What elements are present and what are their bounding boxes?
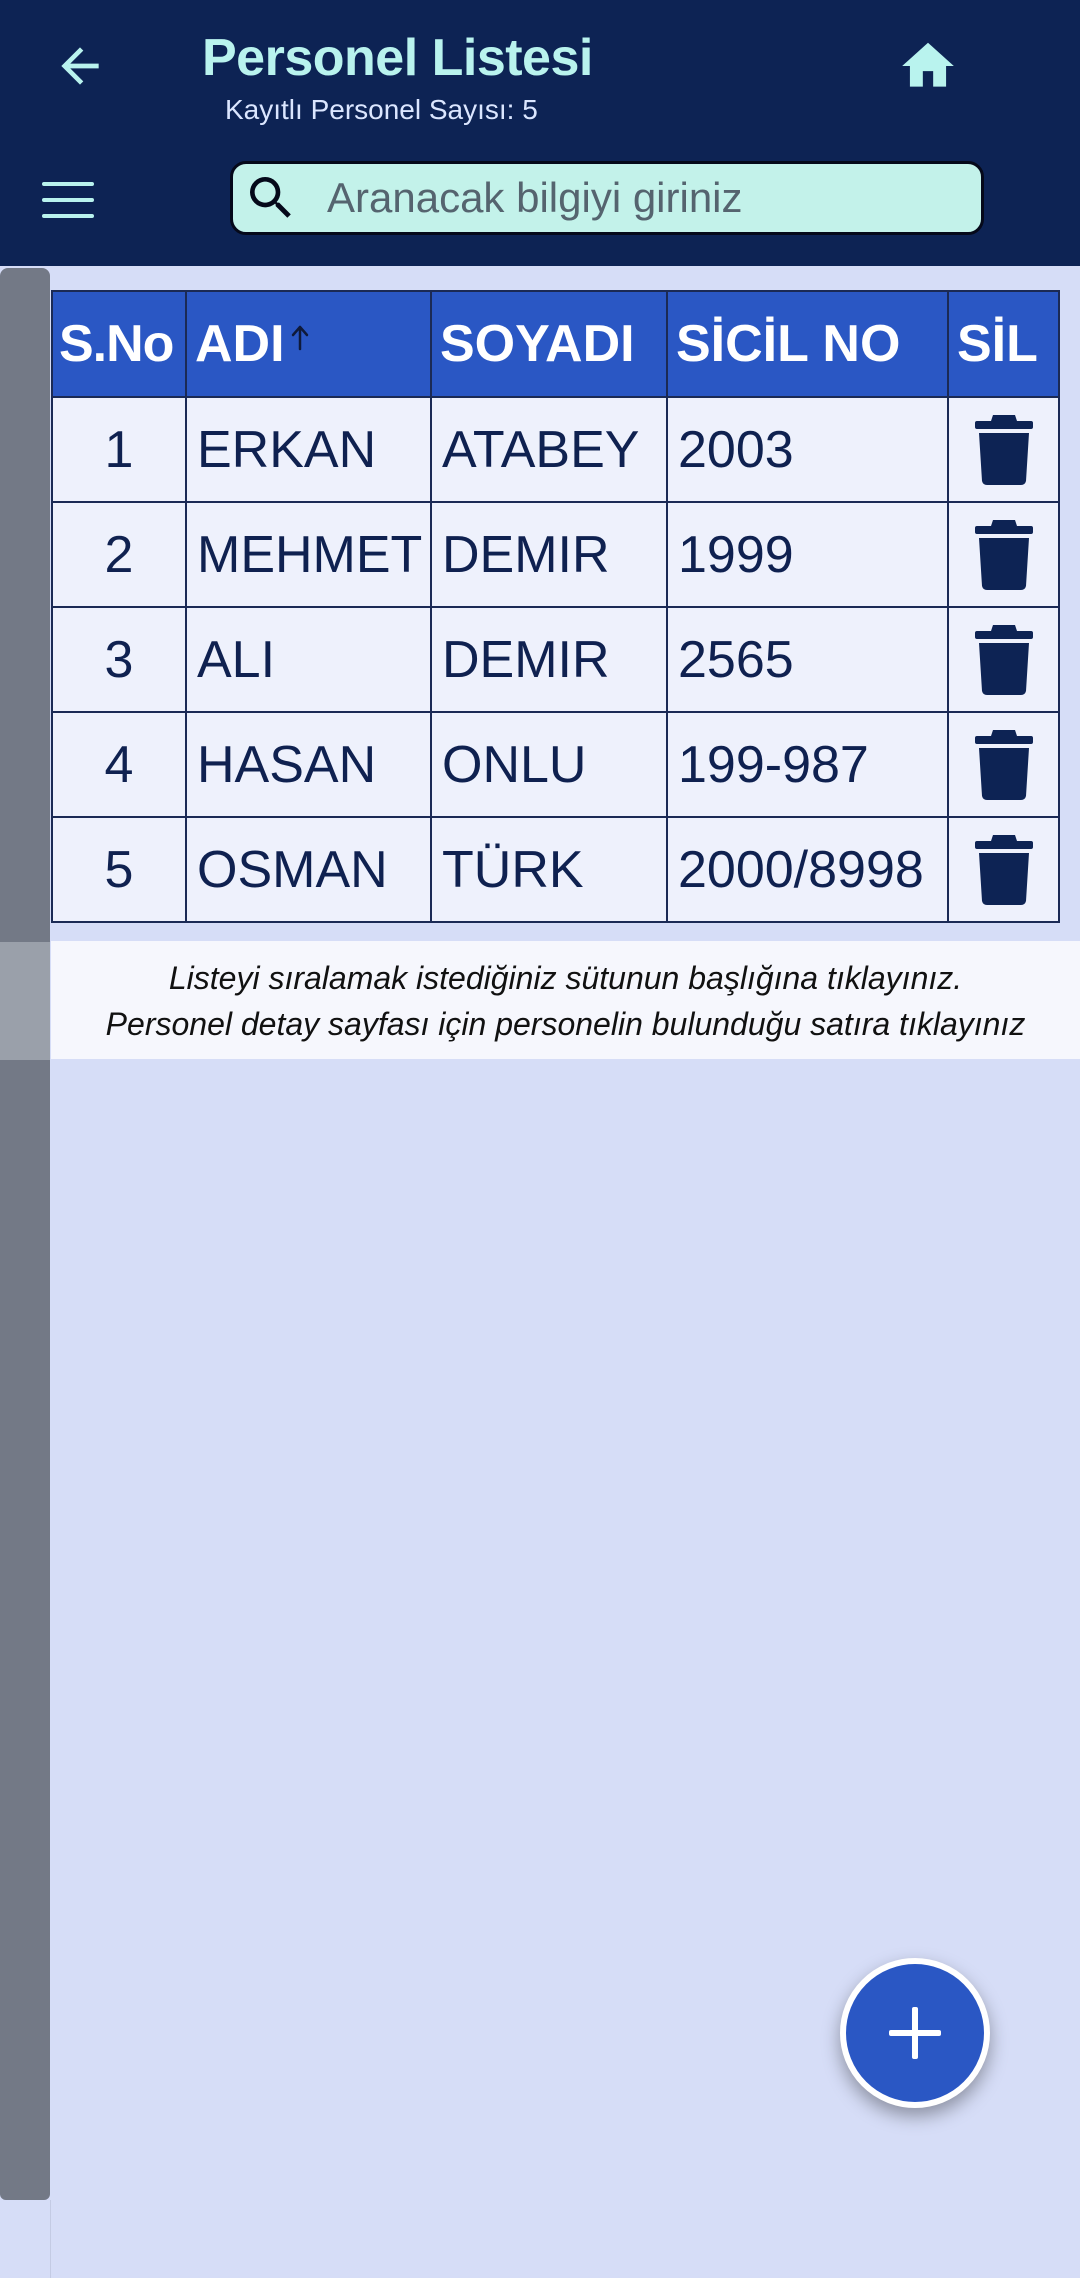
cell-sil xyxy=(947,711,1060,818)
personnel-table: S.No ADI SOYADI SİCİL NO SİL 1 ERKAN ATA… xyxy=(51,290,1060,923)
search-icon xyxy=(241,168,301,228)
cell-adi: HASAN xyxy=(185,711,432,818)
column-header-label: SOYADI xyxy=(440,315,635,373)
delete-button[interactable] xyxy=(969,725,1039,805)
instructions-box: Listeyi sıralamak istediğiniz sütunun ba… xyxy=(51,941,1080,1059)
column-header-sno[interactable]: S.No xyxy=(51,290,187,398)
delete-button[interactable] xyxy=(969,620,1039,700)
table-header-row: S.No ADI SOYADI SİCİL NO SİL xyxy=(51,290,1060,398)
table-row[interactable]: 1 ERKAN ATABEY 2003 xyxy=(51,396,1060,503)
scrollbar-thumb[interactable] xyxy=(0,942,50,1060)
hamburger-menu-icon xyxy=(42,182,94,218)
instruction-sort: Listeyi sıralamak istediğiniz sütunun ba… xyxy=(168,960,963,996)
scrollbar-gutter xyxy=(0,2200,51,2278)
trash-icon xyxy=(974,624,1033,695)
column-header-label: ADI xyxy=(195,315,285,373)
scrollbar-track[interactable] xyxy=(0,268,50,2200)
cell-sil xyxy=(947,606,1060,713)
cell-sno: 2 xyxy=(51,501,187,608)
add-personnel-button[interactable] xyxy=(840,1958,990,2108)
table-row[interactable]: 2 MEHMET DEMIR 1999 xyxy=(51,501,1060,608)
cell-adi: MEHMET xyxy=(185,501,432,608)
column-header-label: SİL xyxy=(957,315,1038,373)
instruction-detail: Personel detay sayfası için personelin b… xyxy=(105,1006,1026,1042)
cell-soyadi: ATABEY xyxy=(430,396,668,503)
cell-soyadi: TÜRK xyxy=(430,816,668,923)
cell-adi: ERKAN xyxy=(185,396,432,503)
delete-button[interactable] xyxy=(969,515,1039,595)
cell-adi: OSMAN xyxy=(185,816,432,923)
column-header-label: S.No xyxy=(59,315,174,373)
home-button[interactable] xyxy=(890,28,966,104)
column-header-soyadi[interactable]: SOYADI xyxy=(430,290,668,398)
cell-soyadi: ONLU xyxy=(430,711,668,818)
home-icon xyxy=(902,42,954,87)
cell-sicil-no: 2000/8998 xyxy=(666,816,949,923)
cell-soyadi: DEMIR xyxy=(430,606,668,713)
cell-sno: 5 xyxy=(51,816,187,923)
cell-sno: 1 xyxy=(51,396,187,503)
personnel-count: Kayıtlı Personel Sayısı: 5 xyxy=(225,94,538,125)
cell-sil xyxy=(947,816,1060,923)
cell-sno: 3 xyxy=(51,606,187,713)
table-row[interactable]: 4 HASAN ONLU 199-987 xyxy=(51,711,1060,818)
search-input[interactable] xyxy=(327,174,981,222)
column-header-sil[interactable]: SİL xyxy=(947,290,1060,398)
cell-sil xyxy=(947,396,1060,503)
delete-button[interactable] xyxy=(969,830,1039,910)
menu-button[interactable] xyxy=(30,164,106,236)
plus-icon xyxy=(889,2007,941,2059)
table-row[interactable]: 5 OSMAN TÜRK 2000/8998 xyxy=(51,816,1060,923)
page-title: Personel Listesi xyxy=(202,29,593,87)
cell-sicil-no: 199-987 xyxy=(666,711,949,818)
arrow-back-icon xyxy=(61,47,99,85)
arrow-up-icon xyxy=(289,304,311,364)
cell-sicil-no: 1999 xyxy=(666,501,949,608)
app-header: Personel Listesi Kayıtlı Personel Sayısı… xyxy=(0,0,1080,266)
cell-sicil-no: 2003 xyxy=(666,396,949,503)
back-button[interactable] xyxy=(40,30,120,102)
column-header-label: SİCİL NO xyxy=(676,315,901,373)
search-box[interactable] xyxy=(230,161,984,235)
trash-icon xyxy=(974,414,1033,485)
trash-icon xyxy=(974,519,1033,590)
cell-sil xyxy=(947,501,1060,608)
column-header-sicil-no[interactable]: SİCİL NO xyxy=(666,290,949,398)
cell-sno: 4 xyxy=(51,711,187,818)
trash-icon xyxy=(974,729,1033,800)
cell-adi: ALI xyxy=(185,606,432,713)
cell-soyadi: DEMIR xyxy=(430,501,668,608)
cell-sicil-no: 2565 xyxy=(666,606,949,713)
column-header-adi[interactable]: ADI xyxy=(185,290,432,398)
trash-icon xyxy=(974,834,1033,905)
table-row[interactable]: 3 ALI DEMIR 2565 xyxy=(51,606,1060,713)
delete-button[interactable] xyxy=(969,410,1039,490)
